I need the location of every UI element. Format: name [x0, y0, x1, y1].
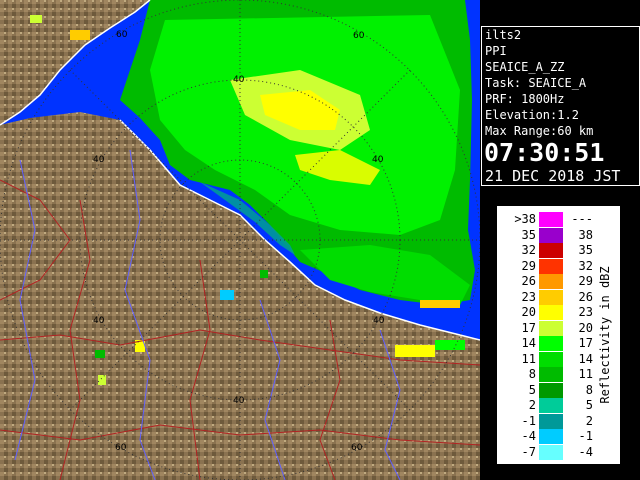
legend-swatch [539, 382, 563, 398]
task-name: Task: SEAICE_A [485, 76, 587, 90]
legend-low-value: 29 [521, 258, 536, 273]
legend-swatch [539, 305, 563, 320]
legend-high-value: 5 [585, 398, 593, 412]
legend-low-value: 26 [521, 274, 536, 288]
legend-high-value: 8 [585, 382, 593, 397]
legend-high-value: 2 [585, 413, 593, 428]
ring-label: 40 [93, 155, 105, 165]
legend-low-value: 35 [521, 227, 536, 242]
ring-label: 40 [233, 396, 245, 406]
legend-swatch [539, 351, 563, 367]
legend-high-value: 23 [578, 305, 593, 319]
product-name: SEAICE_A_ZZ [485, 60, 565, 74]
legend-low-value: -1 [521, 413, 536, 428]
legend-high-value: -1 [578, 429, 593, 443]
legend-low-value: >38 [514, 212, 536, 226]
radar-map: 60 40 40 40 40 60 60 60 40 40 [0, 0, 480, 480]
station-name: ilts2 [485, 28, 522, 42]
legend-swatch [539, 413, 563, 429]
legend-swatch [539, 444, 563, 460]
info-panel: ilts2 PPI SEAICE_A_ZZ Task: SEAICE_A PRF… [481, 26, 640, 186]
legend-low-value: 8 [528, 367, 536, 381]
legend-swatch [539, 429, 563, 444]
scan-date: 21 DEC 2018 JST [485, 167, 621, 185]
legend-low-value: 11 [521, 351, 536, 366]
scan-time: 07:30:51 [484, 138, 605, 167]
elevation-value: Elevation:1.2 [485, 108, 579, 122]
legend-swatch [539, 336, 563, 351]
legend-low-value: 20 [521, 305, 536, 319]
legend-swatch [539, 367, 563, 382]
ring-label: 40 [233, 75, 245, 85]
legend-high-value: 35 [578, 243, 593, 257]
legend-swatch [539, 274, 563, 289]
legend-high-value: 14 [578, 351, 593, 366]
legend-low-value: 2 [528, 398, 536, 412]
legend-high-value: 38 [578, 227, 593, 242]
legend-swatch [539, 258, 563, 274]
prf-value: PRF: 1800Hz [485, 92, 565, 106]
legend-high-value: 26 [578, 289, 593, 304]
legend-low-value: 32 [521, 243, 536, 257]
ring-label: 40 [93, 316, 105, 326]
legend-swatch [539, 212, 563, 227]
legend-low-value: -7 [521, 444, 536, 459]
legend-high-value: 29 [578, 274, 593, 288]
legend-swatch [539, 398, 563, 413]
legend-swatch [539, 243, 563, 258]
ring-label: 60 [353, 31, 365, 41]
legend-high-value: 17 [578, 336, 593, 350]
color-legend: >38 --- 35 38 32 35 29 32 26 29 23 26 20 23 17 20 14 17 11… [497, 206, 620, 464]
max-range-value: Max Range:60 km [485, 124, 594, 138]
ring-label: 60 [351, 443, 363, 453]
legend-low-value: 14 [521, 336, 536, 350]
legend-low-value: -4 [521, 429, 536, 443]
ring-label: 40 [373, 316, 385, 326]
legend-high-value: -4 [578, 444, 593, 459]
ring-label: 60 [115, 443, 127, 453]
ring-label: 40 [372, 155, 384, 165]
legend-swatch [539, 289, 563, 305]
legend-swatch [539, 227, 563, 243]
legend-unit-label: Reflectivity in dBZ [598, 266, 612, 404]
legend-low-value: 23 [521, 289, 536, 304]
ring-label: 60 [116, 30, 128, 40]
legend-high-value: 32 [578, 258, 593, 273]
legend-low-value: 5 [528, 382, 536, 397]
scan-mode: PPI [485, 44, 507, 58]
legend-low-value: 17 [521, 320, 536, 335]
legend-swatch [539, 320, 563, 336]
legend-high-value: --- [571, 212, 593, 226]
legend-high-value: 20 [578, 320, 593, 335]
legend-high-value: 11 [578, 367, 593, 381]
